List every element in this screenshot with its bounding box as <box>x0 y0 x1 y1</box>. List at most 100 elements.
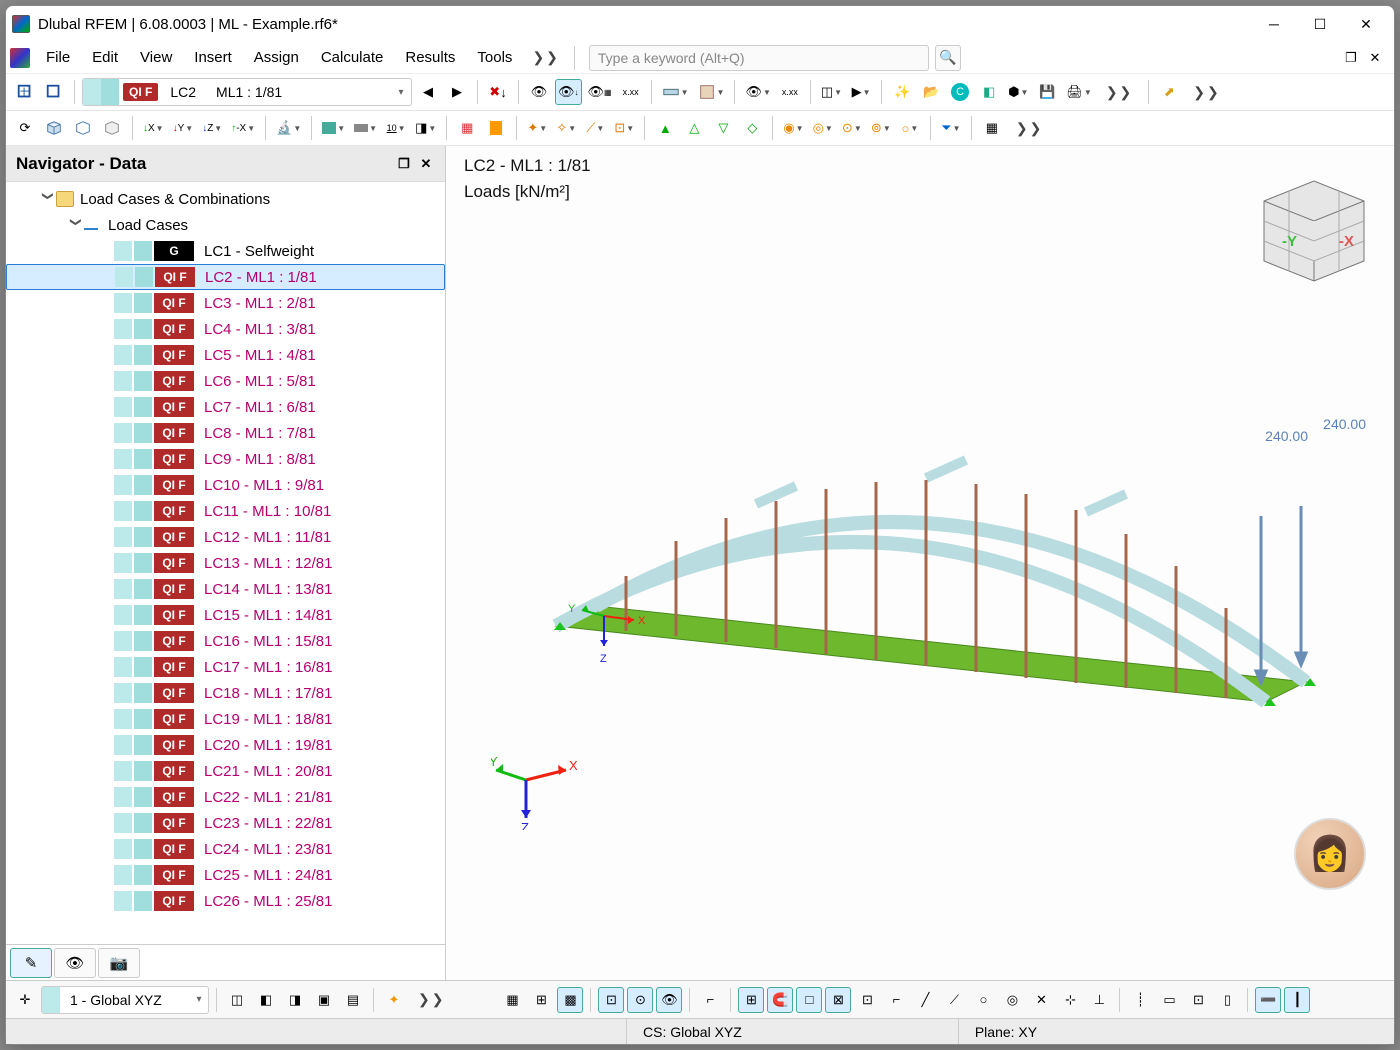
osnap-magnet-icon[interactable]: 🧲 <box>767 987 793 1013</box>
filter-icon[interactable]: ⏷▼ <box>938 115 964 141</box>
lc-prev-button[interactable]: ◀ <box>415 79 441 105</box>
loadcase-item[interactable]: QI FLC6 - ML1 : 5/81 <box>6 368 445 394</box>
sup4-icon[interactable]: ◇ <box>739 115 765 141</box>
toolbar1-more-icon[interactable]: ❯❯ <box>1098 84 1141 101</box>
snap-grid3-icon[interactable]: ▩ <box>557 987 583 1013</box>
axis-z-icon[interactable]: ↓Z▼ <box>199 115 225 141</box>
menu-results[interactable]: Results <box>395 45 465 70</box>
loadcase-item[interactable]: QI FLC19 - ML1 : 18/81 <box>6 706 445 732</box>
navigator-tab-display[interactable]: 👁 <box>54 948 96 978</box>
tree-subgroup-loadcases[interactable]: ❯ Load Cases <box>6 212 445 238</box>
show-distrib-icon[interactable]: 👁▦ <box>585 79 615 105</box>
app-menu-icon[interactable] <box>10 48 30 68</box>
loadcase-item[interactable]: QI FLC21 - ML1 : 20/81 <box>6 758 445 784</box>
grid-icon[interactable]: ▦ <box>979 115 1005 141</box>
osnap-d-icon[interactable]: ⟋ <box>941 987 967 1013</box>
cloud-icon[interactable]: C <box>947 79 973 105</box>
zoom-icon[interactable]: 🔬▼ <box>273 115 304 141</box>
scale-icon[interactable]: 10▼ <box>383 115 409 141</box>
ortho-icon[interactable]: ⌐ <box>697 987 723 1013</box>
loadcase-item[interactable]: QI FLC4 - ML1 : 3/81 <box>6 316 445 342</box>
loadcase-item[interactable]: QI FLC14 - ML1 : 13/81 <box>6 576 445 602</box>
view-end1-icon[interactable]: ➖ <box>1255 987 1281 1013</box>
guide2-icon[interactable]: ▭ <box>1156 987 1182 1013</box>
menu-tools[interactable]: Tools <box>467 45 522 70</box>
sup2-icon[interactable]: △ <box>681 115 707 141</box>
navigator-close-icon[interactable]: ✕ <box>417 155 435 173</box>
view-end2-icon[interactable]: ┃ <box>1284 987 1310 1013</box>
hinge5-icon[interactable]: ○▼ <box>897 115 923 141</box>
workplane-icon[interactable]: ✛ <box>12 987 38 1013</box>
assistant-avatar[interactable]: 👩 <box>1294 818 1366 890</box>
toolbar2-more-icon[interactable]: ❯❯ <box>1008 120 1051 137</box>
toolbar1-more2-icon[interactable]: ❯❯ <box>1185 84 1228 101</box>
snap-obj2-icon[interactable]: ⊙ <box>627 987 653 1013</box>
load3-icon[interactable]: ⟋▼ <box>582 115 608 141</box>
tree-group-loadcases[interactable]: ❯ Load Cases & Combinations <box>6 186 445 212</box>
print-icon[interactable]: 🖨▼ <box>1063 79 1094 105</box>
navigator-tab-data[interactable]: ✎ <box>10 948 52 978</box>
osnap-i-icon[interactable]: ⊥ <box>1086 987 1112 1013</box>
bottom-more-icon[interactable]: ❯❯ <box>410 991 453 1008</box>
loadcase-item[interactable]: QI FLC12 - ML1 : 11/81 <box>6 524 445 550</box>
keyword-search-input[interactable]: Type a keyword (Alt+Q) <box>589 45 929 71</box>
hinge1-icon[interactable]: ◉▼ <box>780 115 806 141</box>
loadcase-item[interactable]: QI FLC16 - ML1 : 15/81 <box>6 628 445 654</box>
loadcase-selector[interactable]: QI F LC2 ML1 : 1/81 ▾ <box>82 78 412 106</box>
bt-1-icon[interactable]: ◫ <box>224 987 250 1013</box>
show-xxx-icon[interactable]: x.xx <box>618 79 644 105</box>
guide1-icon[interactable]: ┊ <box>1127 987 1153 1013</box>
box3d-3-icon[interactable] <box>99 115 125 141</box>
loadcase-item[interactable]: QI FLC3 - ML1 : 2/81 <box>6 290 445 316</box>
maximize-button[interactable]: ☐ <box>1298 10 1342 38</box>
loadcase-item[interactable]: QI FLC5 - ML1 : 4/81 <box>6 342 445 368</box>
loadcase-item[interactable]: QI FLC25 - ML1 : 24/81 <box>6 862 445 888</box>
result-xxx-icon[interactable]: x.xx <box>777 79 803 105</box>
osnap-h-icon[interactable]: ⊹ <box>1057 987 1083 1013</box>
load4-icon[interactable]: ⊡▼ <box>611 115 637 141</box>
delete-load-icon[interactable]: ✖↓ <box>485 79 511 105</box>
sup1-icon[interactable]: ▲ <box>652 115 678 141</box>
loadcase-item[interactable]: QI FLC13 - ML1 : 12/81 <box>6 550 445 576</box>
orientation-cube[interactable]: -Y -X <box>1244 166 1374 286</box>
bt-4-icon[interactable]: ▣ <box>311 987 337 1013</box>
navigator-tree[interactable]: ❯ Load Cases & Combinations ❯ Load Cases… <box>6 182 445 944</box>
axis-y-icon[interactable]: ↓Y▼ <box>170 115 197 141</box>
model-viewport[interactable]: LC2 - ML1 : 1/81 Loads [kN/m²] -Y -X <box>446 146 1394 980</box>
snap-grid2-icon[interactable]: ⊞ <box>528 987 554 1013</box>
snap-obj3-icon[interactable]: 👁 <box>656 987 682 1013</box>
loadcase-item[interactable]: QI FLC7 - ML1 : 6/81 <box>6 394 445 420</box>
box3d-1-icon[interactable] <box>41 115 67 141</box>
loadcase-item[interactable]: QI FLC20 - ML1 : 19/81 <box>6 732 445 758</box>
axis-neg-x-icon[interactable]: ↑-X▼ <box>228 115 258 141</box>
guide4-icon[interactable]: ▯ <box>1214 987 1240 1013</box>
hinge3-icon[interactable]: ⊙▼ <box>839 115 865 141</box>
box3d-2-icon[interactable] <box>70 115 96 141</box>
surfaces-icon[interactable]: ▼ <box>695 79 728 105</box>
osnap-mid-icon[interactable]: ⊠ <box>825 987 851 1013</box>
axis-x-icon[interactable]: ↓X▼ <box>140 115 167 141</box>
loadcase-item[interactable]: QI FLC17 - ML1 : 16/81 <box>6 654 445 680</box>
doc-close-icon[interactable]: ✕ <box>1366 49 1384 67</box>
deform-icon[interactable]: ◫▼ <box>818 79 845 105</box>
refresh-icon[interactable]: ⟳ <box>12 115 38 141</box>
osnap-c-icon[interactable]: ╱ <box>912 987 938 1013</box>
open-icon[interactable]: 📂 <box>918 79 944 105</box>
menu-more-icon[interactable]: ❯❯ <box>524 49 567 66</box>
osnap-e-icon[interactable]: ○ <box>970 987 996 1013</box>
loadcase-item[interactable]: QI FLC8 - ML1 : 7/81 <box>6 420 445 446</box>
hinge2-icon[interactable]: ◎▼ <box>810 115 836 141</box>
minimize-button[interactable]: ─ <box>1252 10 1296 38</box>
osnap-a-icon[interactable]: ⊡ <box>854 987 880 1013</box>
snap-grid1-icon[interactable]: ▦ <box>499 987 525 1013</box>
loadcase-item[interactable]: QI FLC10 - ML1 : 9/81 <box>6 472 445 498</box>
show-values-icon[interactable]: 👁↓ <box>555 79 582 105</box>
loadcase-item[interactable]: QI FLC22 - ML1 : 21/81 <box>6 784 445 810</box>
bt-2-icon[interactable]: ◧ <box>253 987 279 1013</box>
search-button[interactable]: 🔍 <box>935 45 961 71</box>
render1-icon[interactable]: ▼ <box>319 115 348 141</box>
bt-5-icon[interactable]: ▤ <box>340 987 366 1013</box>
loadcase-item[interactable]: QI FLC23 - ML1 : 22/81 <box>6 810 445 836</box>
select-icon[interactable]: ⬈ <box>1156 79 1182 105</box>
workplane-selector[interactable]: 1 - Global XYZ ▾ <box>41 986 209 1014</box>
